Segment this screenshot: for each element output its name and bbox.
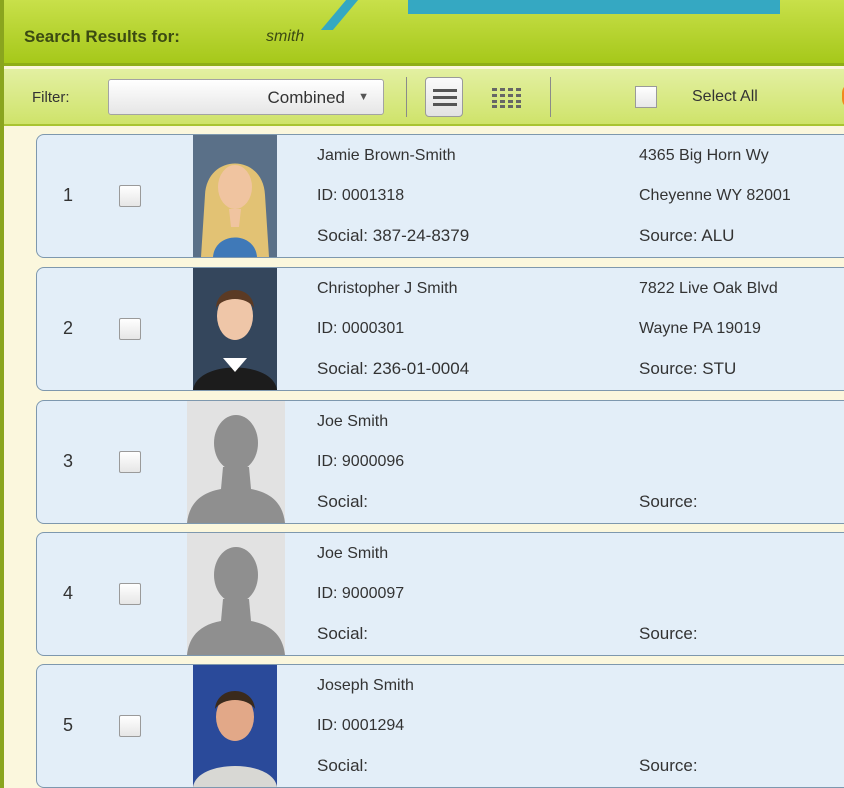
result-card[interactable]: 3 Joe Smith ID: 9000096 Social: Source:: [36, 400, 844, 524]
result-source: Source:: [639, 624, 698, 643]
toolbar-divider: [550, 77, 551, 117]
result-name[interactable]: Christopher J Smith: [317, 280, 458, 298]
result-social: Social: 236-01-0004: [317, 359, 470, 378]
filter-selected-value: Combined: [267, 88, 346, 107]
result-checkbox[interactable]: [119, 185, 141, 207]
decorative-teal-bar: [408, 0, 780, 14]
result-social: Social:: [317, 624, 369, 643]
result-index: 3: [63, 451, 74, 471]
result-checkbox[interactable]: [119, 715, 141, 737]
result-id: ID: 0001294: [317, 717, 405, 734]
result-id: ID: 0000301: [317, 320, 405, 337]
result-city: Cheyenne WY 82001: [639, 187, 791, 204]
decorative-teal-slash: [320, 0, 364, 30]
result-source: Source:: [639, 492, 698, 511]
result-name[interactable]: Joseph Smith: [317, 677, 414, 695]
grid-view-button[interactable]: [488, 77, 526, 117]
person-photo: [193, 268, 277, 390]
result-id: ID: 9000097: [317, 585, 405, 602]
result-name[interactable]: Jamie Brown-Smith: [317, 147, 456, 165]
silhouette-placeholder-icon: [187, 533, 285, 655]
results-list: 1 Jamie Brown-Smith ID: 0001318 Social: …: [4, 128, 844, 788]
result-source: Source: STU: [639, 359, 737, 378]
result-checkbox[interactable]: [119, 583, 141, 605]
result-checkbox[interactable]: [119, 451, 141, 473]
grid-view-icon: [492, 88, 521, 108]
result-card[interactable]: 2 Christopher J Smith ID: 0000301 Social…: [36, 267, 844, 391]
filter-label: Filter:: [32, 89, 70, 106]
list-view-icon: [433, 89, 457, 106]
result-address: 4365 Big Horn Wy: [639, 147, 769, 164]
result-name[interactable]: Joe Smith: [317, 545, 388, 563]
results-header: Search Results for: smith: [4, 0, 844, 66]
result-card[interactable]: 4 Joe Smith ID: 9000097 Social: Source:: [36, 532, 844, 656]
silhouette-placeholder-icon: [187, 401, 285, 523]
result-card[interactable]: 5 Joseph Smith ID: 0001294 Social: Sourc…: [36, 664, 844, 788]
result-id: ID: 0001318: [317, 187, 405, 204]
search-results-window: Search Results for: smith Filter: Combin…: [0, 0, 844, 788]
result-address: 7822 Live Oak Blvd: [639, 280, 778, 297]
result-index: 5: [63, 715, 74, 735]
person-photo: [193, 665, 277, 787]
result-index: 4: [63, 583, 74, 603]
result-city: Wayne PA 19019: [639, 320, 761, 337]
result-checkbox[interactable]: [119, 318, 141, 340]
result-index: 1: [63, 185, 74, 205]
result-name[interactable]: Joe Smith: [317, 413, 388, 431]
result-social: Social:: [317, 492, 369, 511]
select-all-checkbox[interactable]: [635, 86, 657, 108]
person-photo: [193, 135, 277, 257]
result-social: Social:: [317, 756, 369, 775]
select-all-label[interactable]: Select All: [692, 88, 758, 106]
result-id: ID: 9000096: [317, 453, 405, 470]
dropdown-arrow-icon: ▼: [358, 91, 369, 103]
result-source: Source:: [639, 756, 698, 775]
list-view-button[interactable]: [425, 77, 463, 117]
result-social: Social: 387-24-8379: [317, 226, 470, 245]
search-term: smith: [266, 28, 305, 45]
result-source: Source: ALU: [639, 226, 735, 245]
toolbar-divider: [406, 77, 407, 117]
filter-toolbar: Filter: Combined ▼ Select All: [4, 69, 844, 126]
filter-dropdown[interactable]: Combined ▼: [108, 79, 384, 115]
result-card[interactable]: 1 Jamie Brown-Smith ID: 0001318 Social: …: [36, 134, 844, 258]
result-index: 2: [63, 318, 74, 338]
results-title: Search Results for:: [24, 27, 180, 46]
